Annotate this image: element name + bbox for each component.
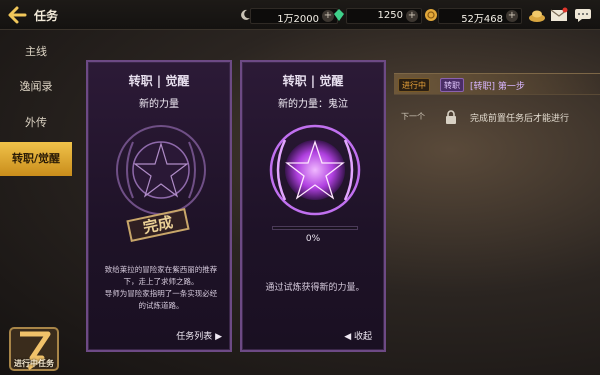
active-quests-label[interactable]: 进行中任务 [4, 358, 64, 369]
card-description-2: 下，走上了求师之路。 [123, 277, 199, 286]
collapse-label: 收起 [353, 332, 372, 342]
quest-list-button[interactable]: 任务列表 ▶ [176, 329, 222, 342]
resource-moon: 1万2000 + [250, 8, 338, 25]
next-label: 下一个 [401, 112, 425, 121]
chevron-left-icon: ◀ [344, 332, 352, 342]
card-description-4: 的试炼道路。 [138, 301, 184, 310]
resource-crystal-value: 1250 [377, 10, 403, 21]
page-title: 任务 [34, 9, 59, 23]
card-title: 转职 | 觉醒 [282, 74, 344, 88]
chevron-right-icon: ▶ [215, 332, 222, 342]
sidebar-item-side-stories[interactable]: 外传 [0, 106, 72, 140]
top-bar: 任务 1万2000 + 1250 + 52万468 + [0, 0, 600, 30]
gold-ingot-icon[interactable] [528, 7, 546, 23]
gold-coin-icon [425, 9, 437, 21]
chat-icon[interactable] [574, 7, 592, 23]
resource-gold-value: 52万468 [461, 14, 503, 25]
locked-quest-text: 完成前置任务后才能进行 [470, 114, 570, 124]
add-crystal-button[interactable]: + [406, 10, 418, 22]
card-subtitle: 新的力量 [139, 99, 179, 110]
quest-title: [转职] 第一步 [470, 82, 525, 92]
magic-circle-emblem [116, 125, 206, 215]
next-quest-row: 下一个 完成前置任务后才能进行 [394, 106, 600, 128]
lock-icon [446, 110, 456, 124]
card-subtitle: 新的力量：鬼泣 [278, 99, 348, 110]
resource-crystal: 1250 + [346, 8, 422, 24]
add-gold-button[interactable]: + [506, 10, 518, 22]
current-quest-row[interactable]: 进行中 转职 [转职] 第一步 [394, 73, 600, 95]
sidebar-item-anecdotes[interactable]: 逸闻录 [0, 70, 72, 104]
quest-card-active: 转职 | 觉醒 新的力量：鬼泣 0% 通过试炼获得新的力量。 ◀ 收起 [240, 60, 386, 352]
resource-moon-value: 1万2000 [277, 14, 319, 25]
sidebar-item-main[interactable]: 主线 [0, 35, 72, 69]
progress-label: 0% [305, 234, 321, 244]
quest-list-label: 任务列表 [176, 332, 213, 342]
card-title: 转职 | 觉醒 [128, 74, 190, 88]
progress-bar [272, 226, 358, 230]
green-crystal-icon [334, 9, 344, 21]
card-description-3: 导师为冒险家指明了一条实现必经 [104, 289, 218, 298]
magic-circle-emblem [269, 124, 361, 216]
card-description: 通过试炼获得新的力量。 [265, 283, 365, 293]
resource-gold: 52万468 + [438, 8, 522, 25]
sidebar-item-job-advancement[interactable]: 转职/觉醒 [0, 142, 72, 176]
collapse-button[interactable]: ◀ 收起 [344, 329, 372, 342]
quest-card-completed: 转职 | 觉醒 新的力量 完成 致给莱拉的冒险家在紫西丽的推荐 下，走上了求师之… [86, 60, 232, 352]
mail-icon[interactable] [550, 7, 568, 23]
card-description-1: 致给莱拉的冒险家在紫西丽的推荐 [104, 265, 218, 274]
back-arrow-icon[interactable] [6, 5, 28, 25]
type-badge: 转职 [440, 78, 464, 92]
status-badge: 进行中 [398, 78, 430, 92]
